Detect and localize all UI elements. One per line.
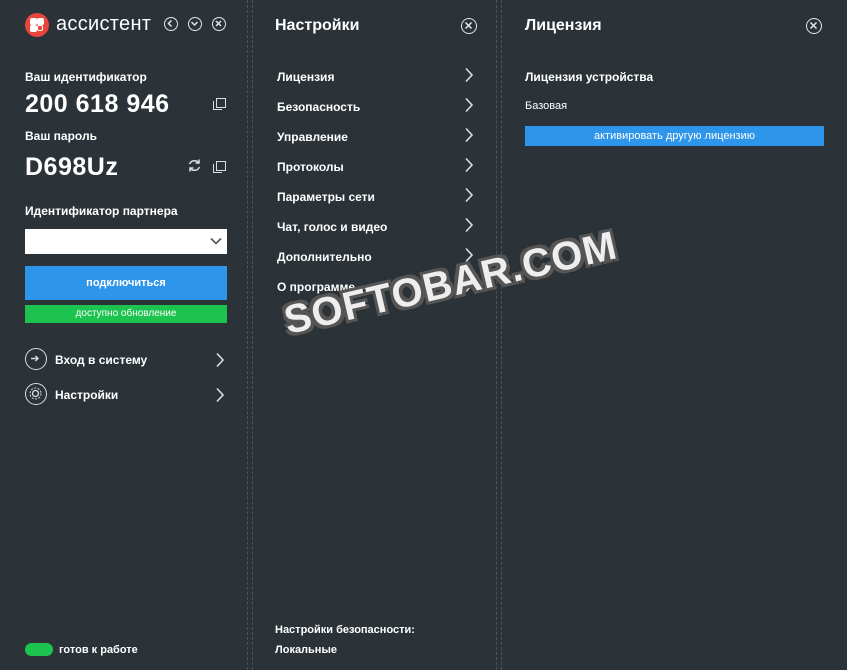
menu-item-label: Управление (277, 130, 348, 144)
menu-item-label: Чат, голос и видео (277, 220, 388, 234)
minimize-button[interactable] (188, 17, 202, 31)
close-license-button[interactable] (806, 18, 822, 34)
close-app-button[interactable] (212, 17, 226, 31)
login-icon (25, 348, 47, 370)
menu-item-network[interactable]: Параметры сети (277, 184, 477, 208)
menu-item-chat[interactable]: Чат, голос и видео (277, 214, 477, 238)
chevron-right-icon (465, 67, 474, 83)
app-logo-icon (25, 13, 49, 37)
menu-item-label: Лицензия (277, 70, 335, 84)
nav-settings-label: Настройки (55, 388, 119, 402)
menu-item-label: Безопасность (277, 100, 361, 114)
menu-item-license[interactable]: Лицензия (277, 64, 477, 88)
license-type: Базовая (525, 100, 568, 112)
chevron-right-icon (465, 187, 474, 203)
menu-item-control[interactable]: Управление (277, 124, 477, 148)
partner-id-label: Идентификатор партнера (25, 204, 178, 218)
id-value: 200 618 946 (25, 90, 170, 118)
menu-item-label: Дополнительно (277, 250, 372, 264)
password-label: Ваш пароль (25, 129, 97, 143)
refresh-icon[interactable] (187, 158, 202, 173)
security-settings-label: Настройки безопасности: (275, 624, 415, 636)
connect-button[interactable]: подключиться (25, 266, 227, 300)
menu-item-label: Протоколы (277, 160, 344, 174)
device-license-label: Лицензия устройства (525, 70, 654, 84)
status-indicator (25, 643, 53, 656)
back-button[interactable] (164, 17, 178, 31)
close-icon (215, 20, 222, 27)
menu-item-label: Параметры сети (277, 190, 375, 204)
chevron-right-icon (216, 352, 225, 368)
chevron-down-icon[interactable] (209, 234, 223, 248)
security-settings-value: Локальные (275, 644, 337, 656)
update-available-button[interactable]: доступно обновление (25, 305, 227, 323)
nav-settings[interactable]: Настройки (25, 383, 227, 407)
app-title: ассистент (56, 13, 152, 35)
activate-license-button[interactable]: активировать другую лицензию (525, 126, 824, 146)
nav-login-label: Вход в систему (55, 353, 148, 367)
partner-id-input[interactable] (25, 229, 227, 254)
close-icon (464, 21, 473, 30)
close-icon (809, 21, 818, 30)
id-label: Ваш идентификатор (25, 70, 147, 84)
password-value: D698Uz (25, 153, 119, 181)
nav-login[interactable]: Вход в систему (25, 348, 227, 372)
left-panel: ассистент Ваш идентификатор 200 618 946 … (0, 0, 247, 670)
chevron-down-icon (190, 21, 199, 27)
chevron-right-icon (465, 127, 474, 143)
close-settings-button[interactable] (461, 18, 477, 34)
copy-id-icon[interactable] (213, 98, 226, 110)
chevron-right-icon (465, 97, 474, 113)
license-title: Лицензия (525, 17, 602, 34)
chevron-right-icon (465, 217, 474, 233)
settings-title: Настройки (275, 17, 360, 34)
chevron-left-icon (167, 19, 173, 28)
menu-item-security[interactable]: Безопасность (277, 94, 477, 118)
gear-icon (25, 383, 47, 405)
chevron-right-icon (465, 157, 474, 173)
chevron-right-icon (216, 387, 225, 403)
status-text: готов к работе (59, 644, 138, 656)
copy-password-icon[interactable] (213, 161, 226, 173)
menu-item-protocols[interactable]: Протоколы (277, 154, 477, 178)
